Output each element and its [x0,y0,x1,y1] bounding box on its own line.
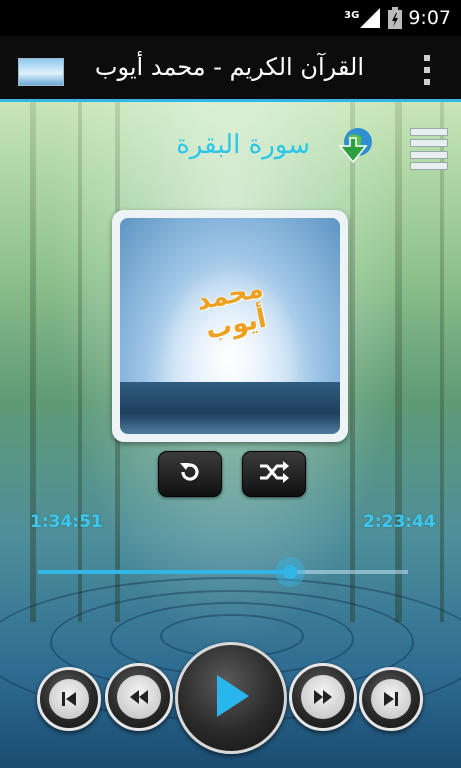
fast-forward-button[interactable] [289,663,357,731]
action-bar: القرآن الكريم - محمد أيوب [0,36,461,102]
rewind-icon [117,675,161,719]
previous-button[interactable] [37,667,101,731]
seek-bar[interactable] [38,557,408,587]
skip-previous-icon [49,679,89,719]
shuffle-icon [257,458,291,490]
seek-thumb[interactable] [274,557,305,587]
album-cover-image: محمد أيوب [120,218,340,434]
globe-download-icon[interactable] [336,126,376,166]
clock: 9:07 [408,7,451,29]
battery-icon [388,7,403,29]
shuffle-button[interactable] [242,451,306,497]
repeat-icon [176,458,204,490]
seek-bar-progress [38,570,290,574]
album-art: محمد أيوب [112,210,348,442]
app-logo-icon[interactable] [18,58,64,86]
signal-icon: 3G [344,8,382,28]
surah-title: سورة البقرة [176,130,310,160]
rewind-button[interactable] [105,663,173,731]
play-button[interactable] [175,642,287,754]
skip-next-icon [371,679,411,719]
elapsed-time: 1:34:51 [30,512,103,532]
repeat-button[interactable] [158,451,222,497]
playlist-menu-icon[interactable] [410,128,448,170]
network-type-label: 3G [344,9,360,21]
app-title: القرآن الكريم - محمد أيوب [94,53,364,81]
fast-forward-icon [301,675,345,719]
play-icon [211,673,251,723]
total-time: 2:23:44 [363,512,436,532]
overflow-menu-icon[interactable] [419,52,435,88]
next-button[interactable] [359,667,423,731]
status-bar: 3G 9:07 [0,0,461,36]
